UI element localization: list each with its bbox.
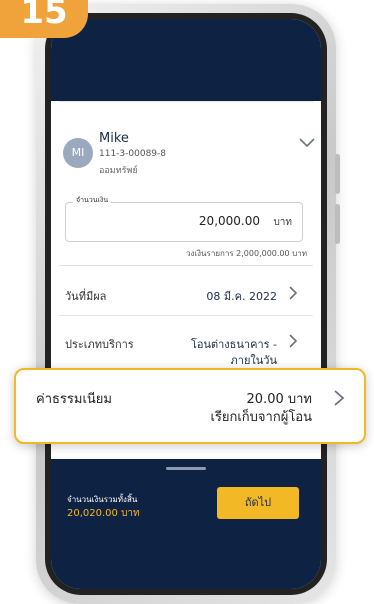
divider: [59, 101, 313, 102]
amount-unit: บาท: [273, 217, 292, 228]
chevron-right-icon[interactable]: [287, 285, 299, 301]
drag-handle[interactable]: [166, 467, 206, 470]
chevron-down-icon[interactable]: [297, 135, 317, 151]
phone-bezel: MI Mike 111-3-00089-8 ออมทรัพย์ 20,000.0…: [45, 13, 327, 595]
chevron-right-icon[interactable]: [332, 388, 346, 408]
fee-payer: เรียกเก็บจากผู้โอน: [210, 410, 312, 425]
next-button[interactable]: ถัดไป: [217, 487, 299, 519]
avatar: MI: [63, 138, 93, 168]
account-type: ออมทรัพย์: [99, 166, 138, 176]
effective-date-label: วันที่มีผล: [65, 290, 107, 303]
chevron-right-icon[interactable]: [287, 333, 299, 349]
effective-date-value: 08 มี.ค. 2022: [206, 290, 277, 303]
app-header: [51, 19, 321, 101]
service-type-value-line2: ภายในวัน: [230, 354, 277, 367]
account-number: 111-3-00089-8: [99, 149, 167, 159]
total-label: จำนวนเงินรวมทั้งสิ้น: [67, 495, 138, 504]
amount-limit: วงเงินรายการ 2,000,000.00 บาท: [186, 249, 307, 258]
app-screen: MI Mike 111-3-00089-8 ออมทรัพย์ 20,000.0…: [51, 19, 321, 589]
divider: [59, 265, 313, 266]
fee-label: ค่าธรรมเนียม: [36, 392, 112, 407]
phone-side-button: [335, 154, 340, 194]
step-badge: 15: [0, 0, 88, 38]
service-type-label: ประเภทบริการ: [65, 338, 134, 351]
amount-input[interactable]: 20,000.00 บาท: [65, 202, 303, 242]
fee-card[interactable]: ค่าธรรมเนียม 20.00 บาท เรียกเก็บจากผู้โอ…: [14, 368, 366, 444]
summary-footer: จำนวนเงินรวมทั้งสิ้น 20,020.00 บาท ถัดไป: [51, 459, 321, 589]
phone-side-button: [335, 204, 340, 244]
total-value: 20,020.00 บาท: [67, 508, 140, 519]
phone-frame: MI Mike 111-3-00089-8 ออมทรัพย์ 20,000.0…: [36, 4, 340, 604]
account-name: Mike: [99, 131, 129, 146]
divider: [59, 315, 313, 316]
amount-label: จำนวนเงิน: [73, 195, 112, 206]
amount-value: 20,000.00: [198, 214, 260, 228]
